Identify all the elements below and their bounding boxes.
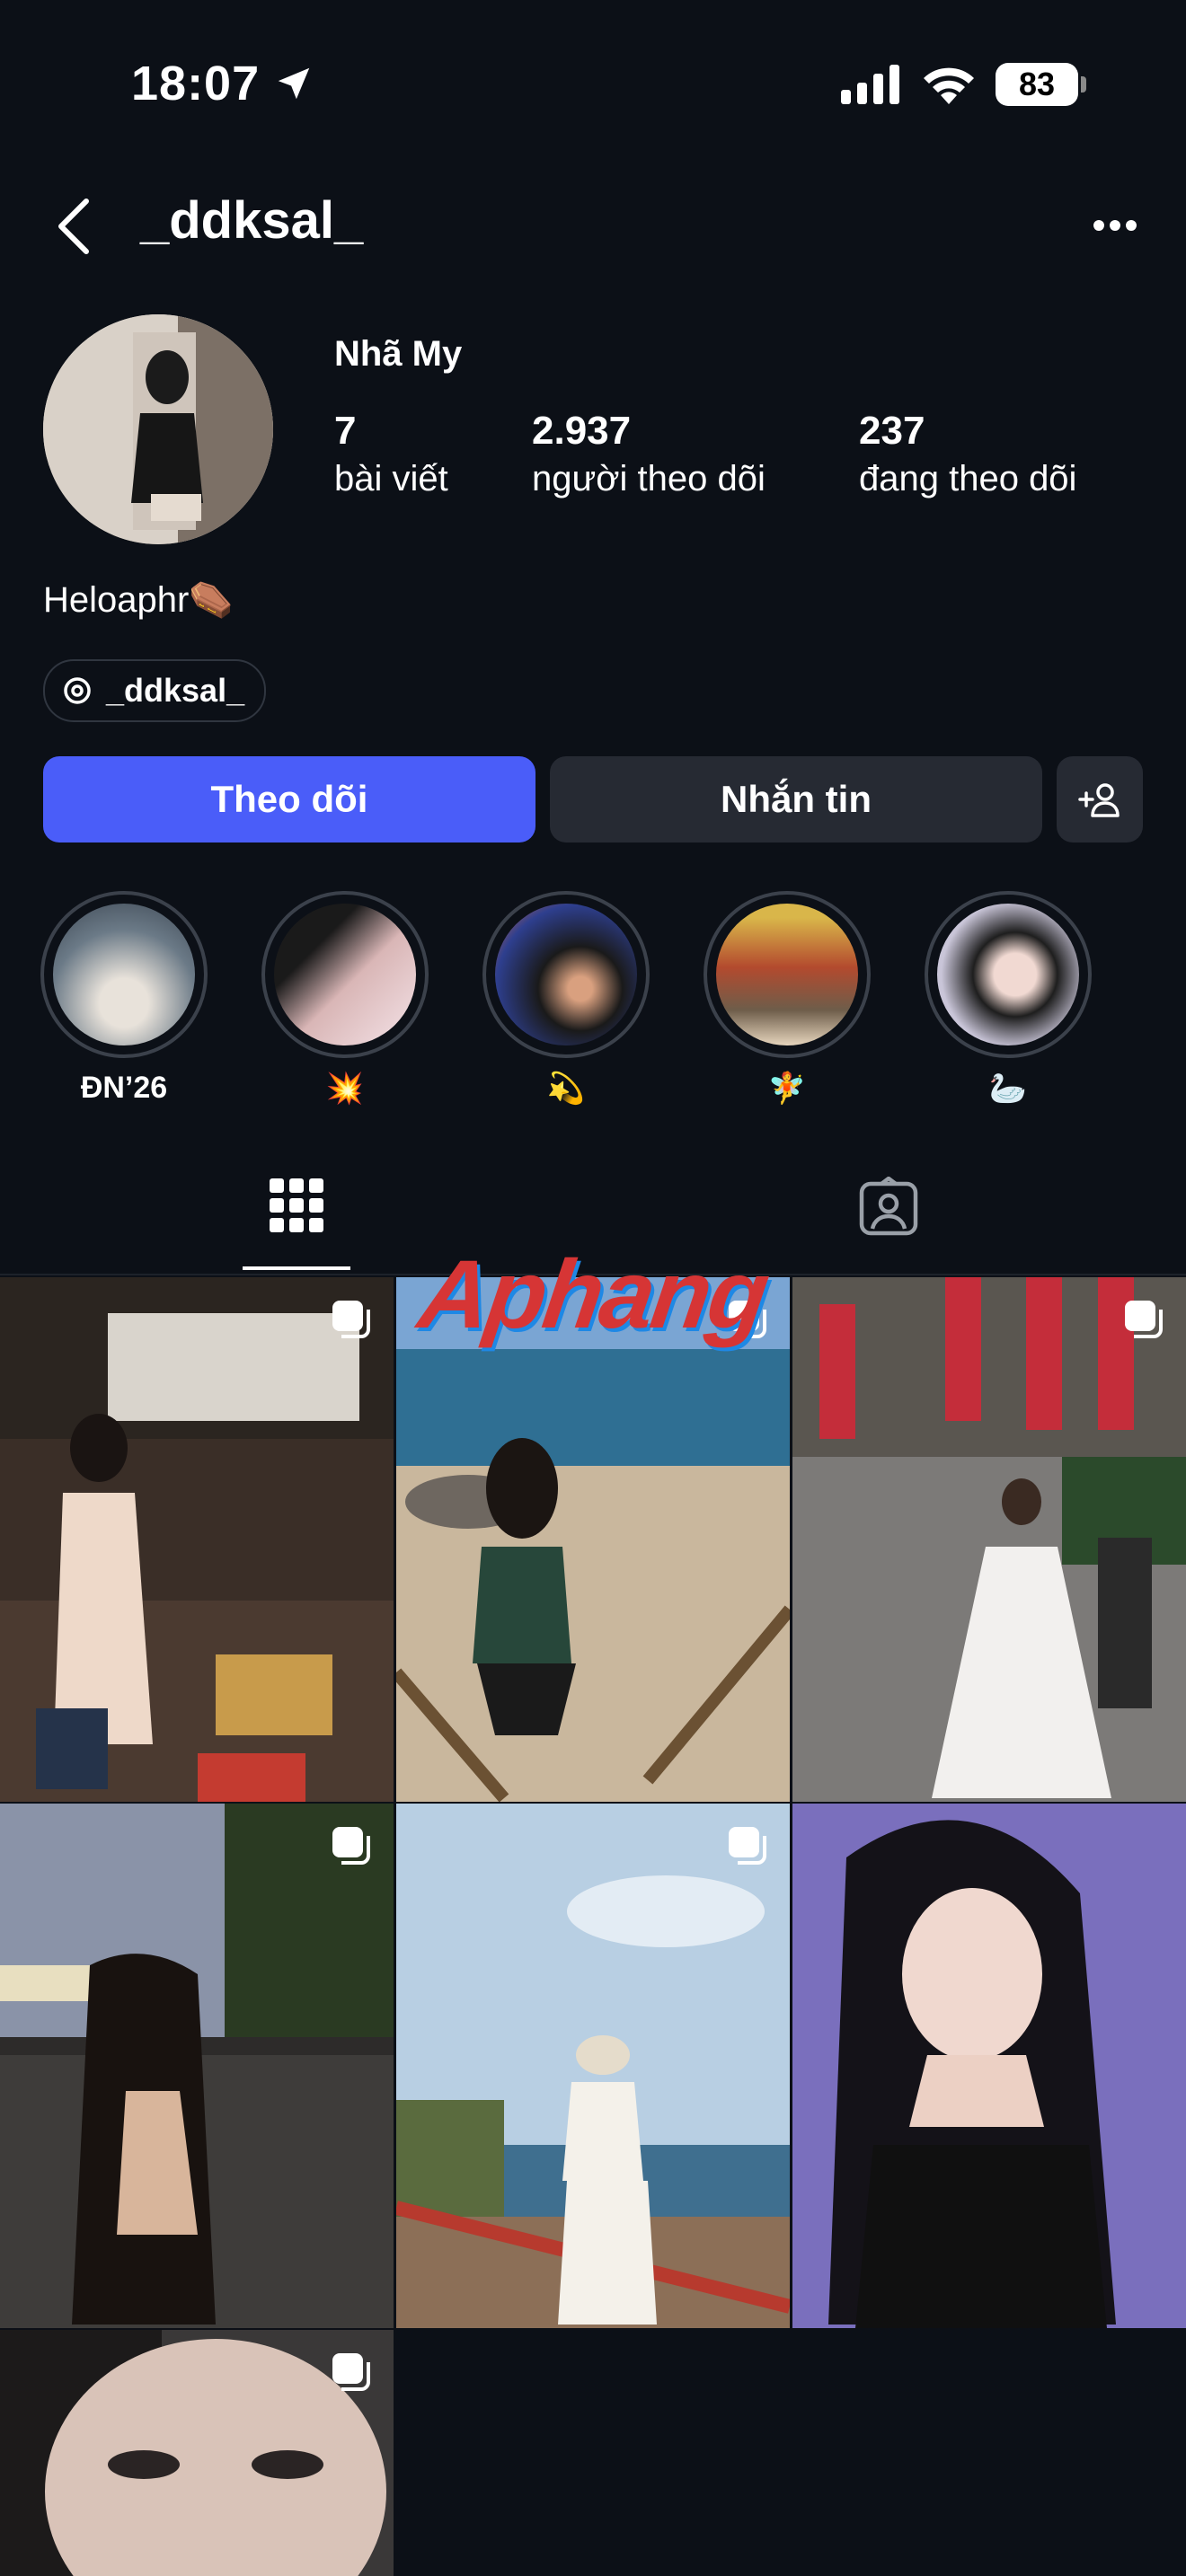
highlight-label: 🧚 bbox=[767, 1072, 807, 1106]
profile-avatar[interactable] bbox=[43, 314, 273, 544]
tagged-icon[interactable] bbox=[859, 1177, 918, 1236]
display-name: Nhã My bbox=[334, 334, 463, 374]
post-thumbnail[interactable] bbox=[396, 1804, 790, 2328]
highlight-item[interactable]: ĐN’26 bbox=[38, 891, 210, 1106]
post-photo bbox=[792, 1804, 1186, 2328]
battery-indicator: 83 bbox=[996, 63, 1086, 106]
wifi-icon bbox=[924, 67, 974, 104]
followers-count-value: 2.937 bbox=[532, 409, 632, 453]
carousel-icon bbox=[1125, 1301, 1163, 1338]
signal-icon bbox=[841, 65, 899, 104]
post-photo bbox=[396, 1277, 790, 1802]
add-person-icon bbox=[1078, 783, 1120, 817]
grid-icon[interactable] bbox=[270, 1177, 323, 1236]
status-icons: 83 bbox=[841, 63, 1086, 106]
status-time: 18:07 bbox=[131, 57, 261, 110]
post-photo bbox=[396, 1804, 790, 2328]
threads-link[interactable]: _ddksal_ bbox=[43, 659, 267, 722]
carousel-icon bbox=[332, 1827, 370, 1865]
post-photo bbox=[0, 1804, 394, 2328]
threads-icon bbox=[64, 677, 91, 704]
highlight-label: ĐN’26 bbox=[80, 1071, 168, 1105]
post-thumbnail[interactable] bbox=[0, 1804, 394, 2328]
followers-count-label: người theo dõi bbox=[532, 459, 766, 498]
profile-bio: Heloaphr⚰️ bbox=[43, 580, 235, 620]
suggest-people-button[interactable] bbox=[1057, 756, 1143, 842]
post-photo bbox=[792, 1277, 1186, 1802]
post-thumbnail[interactable] bbox=[0, 2330, 394, 2576]
highlight-cover bbox=[704, 891, 871, 1058]
highlight-label: 🦢 bbox=[988, 1072, 1028, 1106]
post-thumbnail[interactable] bbox=[792, 1804, 1186, 2328]
carousel-icon bbox=[332, 2353, 370, 2391]
highlight-label: 💫 bbox=[546, 1072, 586, 1106]
profile-username: _ddksal_ bbox=[140, 191, 364, 250]
highlight-cover bbox=[925, 891, 1092, 1058]
followers-count[interactable]: 2.937 người theo dõi bbox=[532, 409, 766, 499]
posts-count[interactable]: 7 bài viết bbox=[334, 409, 448, 499]
post-thumbnail[interactable] bbox=[792, 1277, 1186, 1802]
following-count-value: 237 bbox=[859, 409, 925, 453]
following-count[interactable]: 237 đang theo dõi bbox=[859, 409, 1076, 499]
back-arrow-icon[interactable] bbox=[56, 198, 92, 255]
more-options-icon[interactable] bbox=[1093, 219, 1137, 232]
highlight-label: 💥 bbox=[325, 1072, 365, 1106]
post-photo bbox=[0, 1277, 394, 1802]
highlight-item[interactable]: 💫 bbox=[480, 891, 652, 1107]
highlight-item[interactable]: 🧚 bbox=[701, 891, 873, 1107]
posts-count-value: 7 bbox=[334, 409, 357, 453]
highlight-cover bbox=[40, 891, 208, 1058]
carousel-icon bbox=[332, 1301, 370, 1338]
highlight-cover bbox=[261, 891, 429, 1058]
posts-count-label: bài viết bbox=[334, 459, 448, 498]
highlight-cover bbox=[482, 891, 650, 1058]
highlight-item[interactable]: 🦢 bbox=[922, 891, 1094, 1107]
threads-handle: _ddksal_ bbox=[106, 672, 245, 709]
message-button[interactable]: Nhắn tin bbox=[550, 756, 1042, 842]
following-count-label: đang theo dõi bbox=[859, 459, 1077, 498]
avatar-photo bbox=[43, 314, 273, 544]
post-thumbnail[interactable] bbox=[0, 1277, 394, 1802]
highlight-item[interactable]: 💥 bbox=[259, 891, 431, 1107]
follow-button[interactable]: Theo dõi bbox=[43, 756, 535, 842]
location-arrow-icon bbox=[278, 67, 310, 100]
active-tab-indicator bbox=[243, 1266, 350, 1270]
carousel-icon bbox=[729, 1827, 766, 1865]
post-thumbnail[interactable] bbox=[396, 1277, 790, 1802]
battery-level: 83 bbox=[1018, 66, 1056, 102]
watermark-logo: Aphang bbox=[412, 1239, 774, 1348]
